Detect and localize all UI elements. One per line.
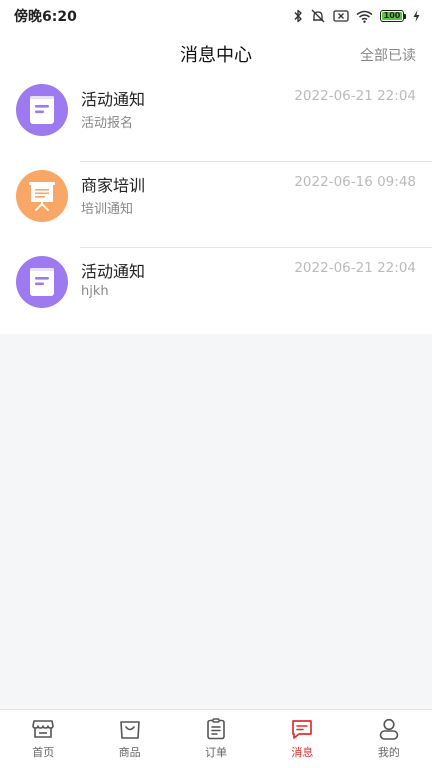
tab-profile[interactable]: 我的 (346, 710, 432, 768)
message-item[interactable]: 活动通知 hjkh 2022-06-21 22:04 (0, 248, 432, 334)
tab-label: 我的 (377, 746, 400, 759)
charging-icon (413, 10, 420, 22)
page-title: 消息中心 (180, 45, 252, 66)
tab-home[interactable]: 首页 (0, 710, 86, 768)
message-time: 2022-06-21 22:04 (294, 88, 416, 104)
tab-label: 商品 (118, 746, 141, 759)
shopping-bag-icon (119, 721, 140, 739)
clipboard-icon (207, 718, 225, 740)
tab-label: 消息 (291, 746, 314, 759)
message-title: 活动通知 (81, 262, 146, 281)
navigation-bar: 消息中心 全部已读 (0, 32, 432, 76)
status-icons: 100 (293, 9, 420, 23)
message-item[interactable]: 活动通知 活动报名 2022-06-21 22:04 (0, 76, 432, 162)
notebook-icon (30, 268, 54, 296)
message-avatar (16, 256, 68, 308)
wifi-icon (356, 10, 373, 23)
status-time: 傍晚6:20 (14, 9, 77, 25)
top-area: 傍晚6:20 100 消息中心 全部已读 (0, 0, 432, 76)
tab-label: 订单 (205, 746, 228, 759)
store-icon (32, 720, 55, 738)
message-subtitle: 培训通知 (81, 202, 134, 217)
battery-indicator: 100 (380, 10, 406, 22)
message-subtitle: hjkh (81, 284, 109, 299)
tab-messages[interactable]: 消息 (259, 710, 345, 768)
user-icon (379, 718, 399, 740)
message-subtitle: 活动报名 (81, 116, 134, 131)
message-item[interactable]: 商家培训 培训通知 2022-06-16 09:48 (0, 162, 432, 248)
message-time: 2022-06-16 09:48 (294, 174, 416, 190)
tab-orders[interactable]: 订单 (173, 710, 259, 768)
tab-label: 首页 (32, 746, 55, 759)
status-bar: 傍晚6:20 100 (0, 0, 432, 32)
sim-off-icon (333, 10, 349, 22)
battery-text: 100 (383, 11, 401, 20)
message-time: 2022-06-21 22:04 (294, 260, 416, 276)
alarm-off-icon (311, 9, 325, 23)
message-avatar (16, 170, 68, 222)
notebook-icon (30, 96, 54, 124)
presentation-board-icon (29, 182, 55, 211)
bottom-tab-bar: 首页 商品 订单 消息 我的 (0, 709, 432, 768)
message-list: 活动通知 活动报名 2022-06-21 22:04 商家培训 培训通知 202… (0, 76, 432, 334)
message-title: 活动通知 (81, 90, 146, 109)
message-avatar (16, 84, 68, 136)
bluetooth-icon (294, 9, 302, 23)
tab-products[interactable]: 商品 (86, 710, 172, 768)
mark-all-read-button[interactable]: 全部已读 (360, 45, 416, 65)
message-title: 商家培训 (81, 176, 146, 195)
chat-message-icon (292, 720, 313, 739)
